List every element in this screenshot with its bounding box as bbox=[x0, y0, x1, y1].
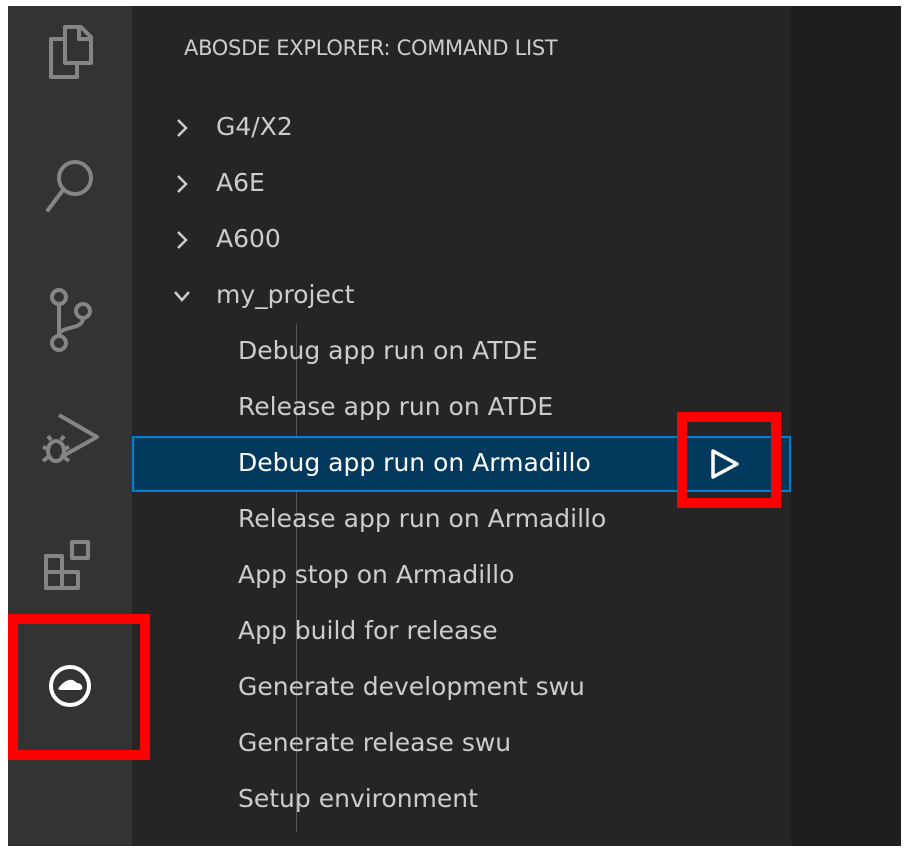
editor-area bbox=[791, 6, 901, 846]
chevron-down-icon bbox=[174, 291, 190, 302]
command-label: Debug app run on ATDE bbox=[238, 336, 538, 365]
command-label: App build for release bbox=[238, 616, 498, 645]
run-command-button[interactable] bbox=[704, 446, 744, 482]
run-debug-icon[interactable] bbox=[30, 398, 110, 478]
folder-label: G4/X2 bbox=[216, 112, 293, 141]
tree-folder-g4-x2[interactable]: G4/X2 bbox=[132, 100, 791, 156]
chevron-right-icon bbox=[177, 119, 188, 137]
command-item[interactable]: Setup environment bbox=[132, 772, 791, 828]
search-icon[interactable] bbox=[30, 146, 110, 226]
tree-folder-a6e[interactable]: A6E bbox=[132, 156, 791, 212]
chevron-right-icon bbox=[177, 231, 188, 249]
vscode-window: ABOSDE EXPLORER: COMMAND LIST G4/X2 A6E … bbox=[8, 6, 901, 846]
command-item-selected[interactable]: Debug app run on Armadillo bbox=[132, 436, 791, 492]
command-item[interactable]: App stop on Armadillo bbox=[132, 548, 791, 604]
command-label: Debug app run on Armadillo bbox=[238, 448, 591, 477]
activity-bar bbox=[8, 6, 132, 846]
command-label: Release app run on ATDE bbox=[238, 392, 554, 421]
command-list-sidebar: ABOSDE EXPLORER: COMMAND LIST G4/X2 A6E … bbox=[132, 6, 791, 846]
command-item[interactable]: Generate release swu bbox=[132, 716, 791, 772]
command-item[interactable]: Debug app run on ATDE bbox=[132, 324, 791, 380]
command-label: Setup environment bbox=[238, 784, 478, 813]
command-item[interactable]: App build for release bbox=[132, 604, 791, 660]
command-label: Release app run on Armadillo bbox=[238, 504, 607, 533]
play-icon bbox=[711, 449, 739, 479]
command-item[interactable]: Release app run on ATDE bbox=[132, 380, 791, 436]
tree-folder-a600[interactable]: A600 bbox=[132, 212, 791, 268]
explorer-icon[interactable] bbox=[30, 12, 110, 92]
command-label: Generate release swu bbox=[238, 728, 512, 757]
folder-label: A6E bbox=[216, 168, 265, 197]
sidebar-title: ABOSDE EXPLORER: COMMAND LIST bbox=[184, 36, 558, 60]
folder-label: my_project bbox=[216, 280, 355, 309]
command-label: App stop on Armadillo bbox=[238, 560, 515, 589]
folder-label: A600 bbox=[216, 224, 281, 253]
tree-folder-my-project[interactable]: my_project bbox=[132, 268, 791, 324]
source-control-icon[interactable] bbox=[30, 280, 110, 360]
chevron-right-icon bbox=[177, 175, 188, 193]
command-item[interactable]: Generate development swu bbox=[132, 660, 791, 716]
command-item[interactable]: Release app run on Armadillo bbox=[132, 492, 791, 548]
command-label: Generate development swu bbox=[238, 672, 585, 701]
extensions-icon[interactable] bbox=[30, 524, 110, 604]
abosde-icon[interactable] bbox=[30, 646, 110, 726]
